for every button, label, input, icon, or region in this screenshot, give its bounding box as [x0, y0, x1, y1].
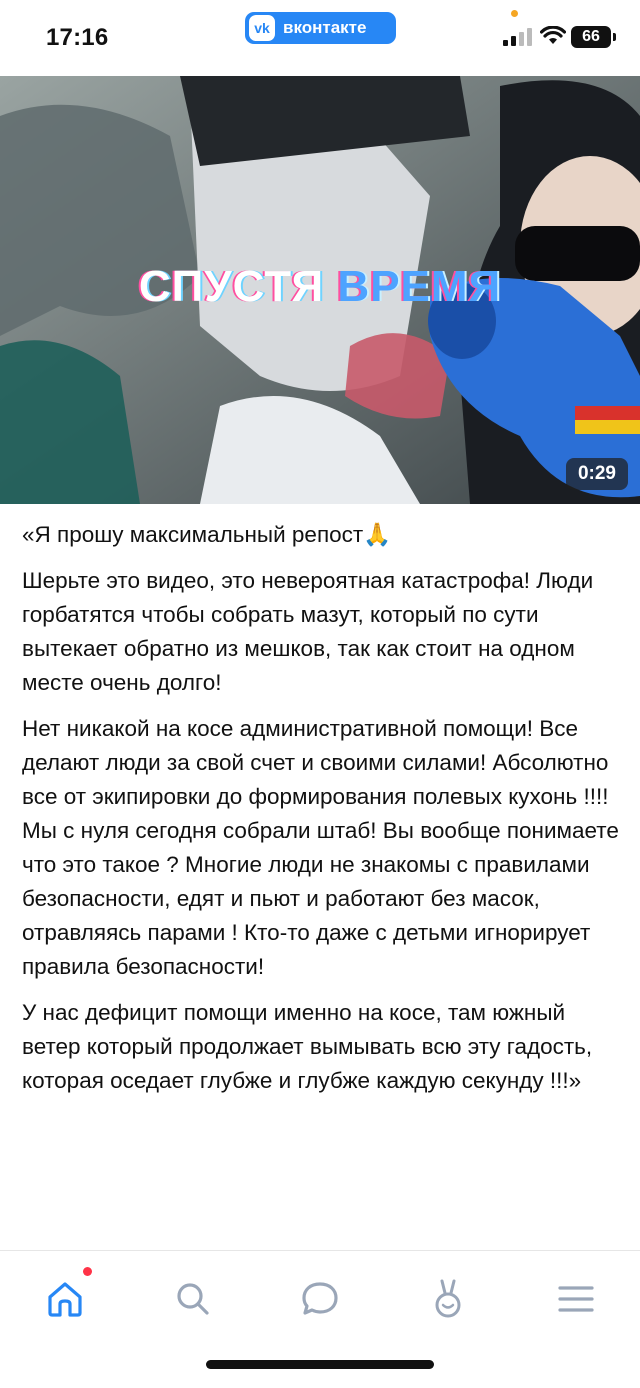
tab-home[interactable] — [35, 1269, 95, 1329]
video-duration-badge: 0:29 — [565, 458, 628, 490]
home-notification-dot — [83, 1267, 92, 1276]
status-time: 17:16 — [46, 24, 109, 51]
post-paragraph-1-text: «Я прошу максимальный репост — [22, 522, 364, 547]
video-caption: СПУСТЯ ВРЕМЯ — [0, 262, 640, 312]
caption-word-1: СПУСТЯ — [138, 262, 325, 311]
signal-icon — [503, 28, 532, 46]
tab-clips[interactable] — [418, 1269, 478, 1329]
tab-search[interactable] — [163, 1269, 223, 1329]
status-bar: 17:16 vk вконтакте 66 — [0, 0, 640, 76]
vk-logo-icon: vk — [249, 15, 275, 41]
post-paragraph-2: Шерьте это видео, это невероятная катаст… — [22, 568, 594, 695]
battery-icon: 66 — [571, 26, 611, 48]
video-player[interactable]: СПУСТЯ ВРЕМЯ 0:29 — [0, 76, 640, 504]
post-paragraph-1: «Я прошу максимальный репост🙏 — [22, 518, 622, 552]
post-paragraph-3: Нет никакой на косе административной пом… — [22, 716, 619, 979]
battery-tip — [613, 33, 616, 41]
vk-app-badge[interactable]: vk вконтакте — [245, 12, 396, 44]
search-icon — [177, 1283, 209, 1315]
messages-icon — [302, 1282, 338, 1315]
pray-emoji-icon: 🙏 — [363, 522, 392, 548]
post-paragraph-4: У нас дефицит помощи именно на косе, там… — [22, 1000, 593, 1093]
vk-app-label: вконтакте — [283, 18, 367, 37]
post-text: «Я прошу максимальный репост🙏 Шерьте это… — [22, 518, 622, 1110]
tab-menu[interactable] — [546, 1269, 606, 1329]
location-indicator-icon — [511, 10, 518, 17]
home-indicator[interactable] — [206, 1360, 434, 1369]
caption-word-2: ВРЕМЯ — [337, 262, 502, 311]
tab-messages[interactable] — [290, 1269, 350, 1329]
clips-icon — [435, 1279, 461, 1318]
menu-icon — [558, 1286, 594, 1312]
home-icon — [48, 1282, 82, 1317]
wifi-icon — [540, 26, 566, 44]
